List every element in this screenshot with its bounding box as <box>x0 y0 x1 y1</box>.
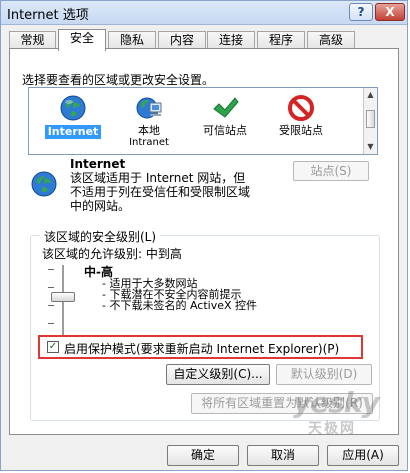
zone-trusted-label: 可信站点 <box>203 124 247 137</box>
internet-options-window: Internet 选项 ? X 常规 安全 隐私 内容 连接 程序 高级 选择要… <box>0 0 408 471</box>
tab-general[interactable]: 常规 <box>9 31 56 49</box>
blocked-icon <box>287 94 315 122</box>
security-zones-list: Internet 本地 Intranet 可信站点 受限站点 ▲ ▼ <box>28 87 378 155</box>
selected-zone-description: 该区域适用于 Internet 网站，但不适用于列在受信任和受限制区域中的网站。 <box>70 171 251 213</box>
watermark: yesky 天极网 <box>293 386 393 438</box>
slider-tick <box>48 305 54 306</box>
zone-restricted-sites[interactable]: 受限站点 <box>265 92 337 152</box>
check-icon <box>211 94 239 122</box>
protected-mode-label: 启用保护模式(要求重新启动 Internet Explorer)(P) <box>64 342 340 356</box>
zone-intranet-sublabel: Intranet <box>129 137 169 148</box>
security-level-detail: - 不下载未签名的 ActiveX 控件 <box>102 299 258 312</box>
tab-privacy[interactable]: 隐私 <box>108 31 156 49</box>
zone-local-intranet[interactable]: 本地 Intranet <box>113 92 185 152</box>
globe-icon <box>30 170 58 198</box>
zones-scrollbar[interactable]: ▲ ▼ <box>363 88 377 154</box>
tab-programs[interactable]: 程序 <box>257 31 305 49</box>
tab-connections[interactable]: 连接 <box>207 31 255 49</box>
cancel-button[interactable]: 取消 <box>247 445 319 466</box>
zone-selection-prompt: 选择要查看的区域或更改安全设置。 <box>22 73 215 87</box>
zone-local-label: 本地 <box>138 124 160 137</box>
close-button[interactable]: X <box>375 3 405 21</box>
window-title: Internet 选项 <box>7 8 89 23</box>
allowed-level-text: 该区域的允许级别: 中到高 <box>42 247 182 261</box>
security-level-slider-thumb[interactable] <box>51 292 75 302</box>
slider-tick <box>48 323 54 324</box>
globe-icon <box>59 94 87 122</box>
help-button[interactable]: ? <box>349 3 373 21</box>
tab-advanced[interactable]: 高级 <box>307 31 355 49</box>
zone-internet-label: Internet <box>45 125 101 139</box>
security-level-group-title: 该区域的安全级别(L) <box>40 228 161 245</box>
zone-restricted-label: 受限站点 <box>279 124 323 137</box>
watermark-sub: 天极网 <box>308 421 356 437</box>
security-tab-panel: 选择要查看的区域或更改安全设置。 Internet 本地 Intranet 可信… <box>9 48 399 435</box>
watermark-main: yesky <box>293 386 380 419</box>
protected-mode-option[interactable]: ✓ 启用保护模式(要求重新启动 Internet Explorer)(P) <box>38 335 363 359</box>
selected-zone-title: Internet <box>70 157 126 171</box>
custom-level-button[interactable]: 自定义级别(C)... <box>166 364 270 385</box>
tab-content[interactable]: 内容 <box>158 31 206 49</box>
default-level-button[interactable]: 默认级别(D) <box>276 364 372 385</box>
title-bar: Internet 选项 ? X <box>1 1 407 25</box>
zone-trusted-sites[interactable]: 可信站点 <box>189 92 261 152</box>
scroll-up-icon[interactable]: ▲ <box>364 89 377 101</box>
security-level-details: - 适用于大多数网站 - 下载潜在不安全内容前提示 - 不下载未签名的 Acti… <box>102 278 257 311</box>
apply-button[interactable]: 应用(A) <box>327 445 399 466</box>
sites-button[interactable]: 站点(S) <box>293 161 369 181</box>
tab-strip: 常规 安全 隐私 内容 连接 程序 高级 <box>9 29 399 51</box>
zone-internet[interactable]: Internet <box>37 92 109 152</box>
ok-button[interactable]: 确定 <box>167 445 239 466</box>
tab-security[interactable]: 安全 <box>58 29 106 51</box>
slider-tick <box>48 269 54 270</box>
scroll-thumb[interactable] <box>366 110 375 128</box>
scroll-down-icon[interactable]: ▼ <box>364 141 377 153</box>
local-intranet-icon <box>135 94 163 122</box>
slider-tick <box>48 287 54 288</box>
protected-mode-checkbox[interactable]: ✓ <box>47 341 59 353</box>
